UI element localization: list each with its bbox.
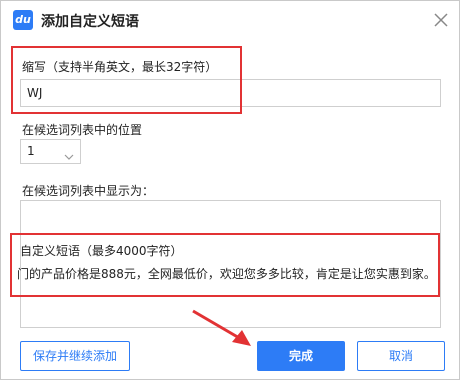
save-and-continue-button[interactable]: 保存并继续添加 (20, 341, 130, 371)
cancel-button[interactable]: 取消 (357, 341, 445, 371)
done-button[interactable]: 完成 (257, 341, 345, 371)
phrase-label: 自定义短语（最多4000字符） (20, 244, 183, 258)
close-icon[interactable] (431, 10, 451, 30)
add-custom-phrase-dialog: du 添加自定义短语 缩写（支持半角英文，最长32字符） 在候选词列表中的位置 … (0, 0, 460, 380)
app-logo-icon: du (13, 10, 33, 30)
position-label: 在候选词列表中的位置 (22, 123, 143, 137)
dialog-titlebar: du 添加自定义短语 (1, 1, 459, 39)
chevron-down-icon (64, 147, 74, 170)
abbreviation-label: 缩写（支持半角英文，最长32字符） (22, 60, 218, 74)
display-label: 在候选词列表中显示为： (22, 184, 155, 198)
position-select-value: 1 (27, 144, 35, 158)
abbreviation-input[interactable] (20, 79, 441, 107)
dialog-title: 添加自定义短语 (41, 14, 139, 30)
phrase-text: 门的产品价格是888元，全网最低价，欢迎您多多比较，肯定是让您实惠到家。 (17, 267, 436, 281)
position-select[interactable]: 1 (20, 139, 81, 164)
pointer-arrow-icon (192, 309, 251, 346)
